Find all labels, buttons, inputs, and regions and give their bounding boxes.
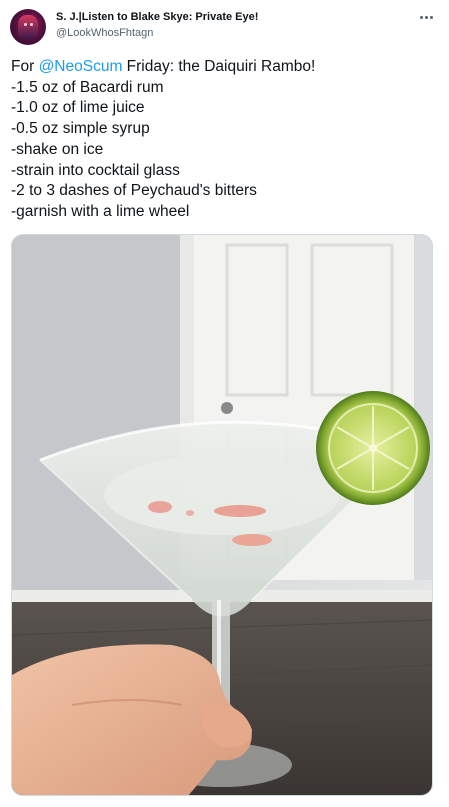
tweet-text: For @NeoScum Friday: the Daiquiri Rambo!… bbox=[11, 57, 436, 223]
intro-suffix: Friday: the Daiquiri Rambo! bbox=[122, 58, 316, 75]
cocktail-photo-illustration bbox=[12, 235, 432, 795]
tweet: S. J.|Listen to Blake Skye: Private Eye!… bbox=[0, 0, 449, 807]
tweet-photo[interactable] bbox=[11, 234, 433, 796]
intro-prefix: For bbox=[11, 58, 39, 75]
more-horizontal-icon bbox=[419, 15, 433, 19]
recipe-line: -2 to 3 dashes of Peychaud's bitters bbox=[11, 182, 257, 200]
recipe-line: -1.5 oz of Bacardi rum bbox=[11, 78, 164, 96]
avatar-eye-icon bbox=[24, 23, 27, 26]
author-handle[interactable]: @LookWhosFhtagn bbox=[56, 27, 153, 39]
avatar-portrait-icon bbox=[18, 15, 38, 39]
more-options-button[interactable] bbox=[415, 8, 437, 26]
author-display-name[interactable]: S. J.|Listen to Blake Skye: Private Eye! bbox=[56, 11, 258, 23]
recipe-line: -strain into cocktail glass bbox=[11, 161, 180, 179]
recipe-line: -shake on ice bbox=[11, 140, 104, 158]
avatar[interactable] bbox=[10, 9, 46, 45]
avatar-eye-icon bbox=[30, 23, 33, 26]
recipe-line: -1.0 oz of lime juice bbox=[11, 99, 145, 117]
mention-link[interactable]: @NeoScum bbox=[39, 58, 123, 75]
recipe-line: -garnish with a lime wheel bbox=[11, 202, 190, 220]
recipe-line: -0.5 oz simple syrup bbox=[11, 120, 150, 138]
tweet-text-line: For @NeoScum Friday: the Daiquiri Rambo! bbox=[11, 57, 436, 78]
